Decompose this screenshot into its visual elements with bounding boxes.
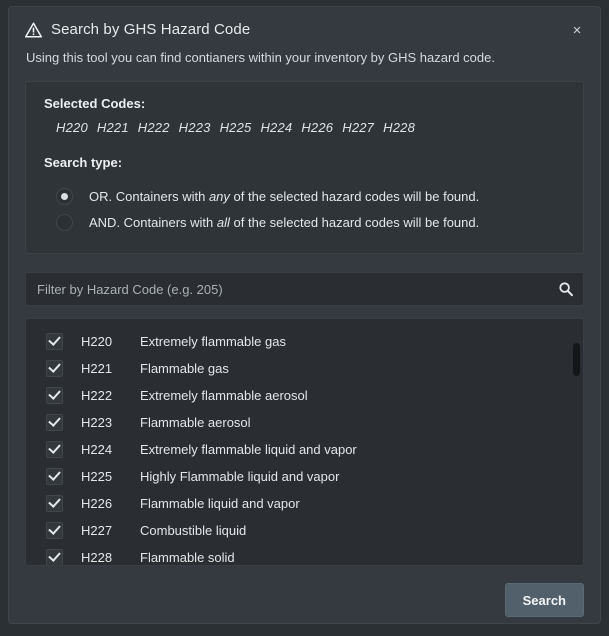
list-item-description: Flammable gas [140,361,229,376]
list-item-code: H224 [81,442,113,457]
list-item-description: Extremely flammable gas [140,334,286,349]
list-item-description: Highly Flammable liquid and vapor [140,469,340,484]
list-item-code: H220 [81,334,113,349]
selected-code-chip: H221 [96,120,129,135]
checkbox-icon[interactable] [46,360,63,377]
radio-label-and: AND. Containers with all of the selected… [89,214,480,230]
search-icon[interactable] [558,281,574,297]
list-item-description: Extremely flammable liquid and vapor [140,442,357,457]
list-item[interactable]: H224 Extremely flammable liquid and vapo… [26,436,583,463]
selected-codes-values: H220 H221 H222 H223 H225 H224 H226 H227 H228 [56,120,565,135]
checkbox-icon[interactable] [46,414,63,431]
radio-indicator-and[interactable] [56,213,73,231]
list-item[interactable]: H227 Combustible liquid [26,517,583,544]
search-type-radio-group: OR. Containers with any of the selected … [56,183,565,235]
modal-subtitle: Using this tool you can find contianers … [26,50,495,65]
selected-code-chip: H222 [137,120,170,135]
ghs-hazard-code-modal: Search by GHS Hazard Code × Using this t… [8,6,601,624]
modal-body: Selected Codes: H220 H221 H222 H223 H225 H224… [9,81,600,566]
list-item-description: Extremely flammable aerosol [140,388,308,403]
modal-header: Search by GHS Hazard Code × Using this t… [9,7,600,65]
list-item-code: H226 [81,496,113,511]
radio-label-or: OR. Containers with any of the selected … [89,188,480,204]
close-icon[interactable]: × [568,22,586,40]
list-item-code: H223 [81,415,113,430]
list-item-description: Flammable aerosol [140,415,251,430]
list-item-description: Combustible liquid [140,523,247,538]
selected-code-chip: H225 [219,120,252,135]
checkbox-icon[interactable] [46,441,63,458]
list-scrollbar-thumb[interactable] [573,343,580,376]
selected-code-chip: H220 [56,120,88,135]
list-item[interactable]: H222 Extremely flammable aerosol [26,382,583,409]
filter-row [25,272,584,306]
page-title: Search by GHS Hazard Code [51,21,251,38]
selected-code-chip: H224 [260,120,293,135]
list-item[interactable]: H223 Flammable aerosol [26,409,583,436]
list-item[interactable]: H228 Flammable solid [26,544,583,565]
hazard-code-list: H220 Extremely flammable gas H221 Flamma… [25,318,584,566]
checkbox-icon[interactable] [46,522,63,539]
selected-code-chip: H223 [178,120,211,135]
search-input[interactable] [25,272,584,306]
selected-codes-label: Selected Codes: [44,96,146,111]
list-item[interactable]: H221 Flammable gas [26,355,583,382]
warning-triangle-icon [25,22,42,38]
selected-code-chip: H228 [383,120,416,135]
list-item-code: H222 [81,388,113,403]
radio-indicator-or[interactable] [56,187,73,205]
search-type-label: Search type: [44,155,123,170]
checkbox-icon[interactable] [46,549,63,565]
checkbox-icon[interactable] [46,387,63,404]
list-item-code: H221 [81,361,113,376]
selected-code-chip: H227 [342,120,375,135]
hazard-code-list-inner: H220 Extremely flammable gas H221 Flamma… [26,319,583,565]
selected-codes-panel: Selected Codes: H220 H221 H222 H223 H225 H224… [25,81,584,254]
list-item[interactable]: H225 Highly Flammable liquid and vapor [26,463,583,490]
modal-title-row: Search by GHS Hazard Code [25,21,584,38]
list-item-description: Flammable solid [140,550,235,565]
list-item-code: H225 [81,469,113,484]
selected-code-chip: H226 [301,120,334,135]
list-item-description: Flammable liquid and vapor [140,496,300,511]
list-item[interactable]: H220 Extremely flammable gas [26,328,583,355]
list-scrollbar[interactable] [572,321,581,563]
radio-option-and[interactable]: AND. Containers with all of the selected… [56,209,565,235]
modal-footer: Search [9,583,600,623]
radio-option-or[interactable]: OR. Containers with any of the selected … [56,183,565,209]
search-button[interactable]: Search [504,583,584,617]
checkbox-icon[interactable] [46,468,63,485]
checkbox-icon[interactable] [46,495,63,512]
checkbox-icon[interactable] [46,333,63,350]
list-item-code: H227 [81,523,113,538]
list-item[interactable]: H226 Flammable liquid and vapor [26,490,583,517]
list-item-code: H228 [81,550,113,565]
